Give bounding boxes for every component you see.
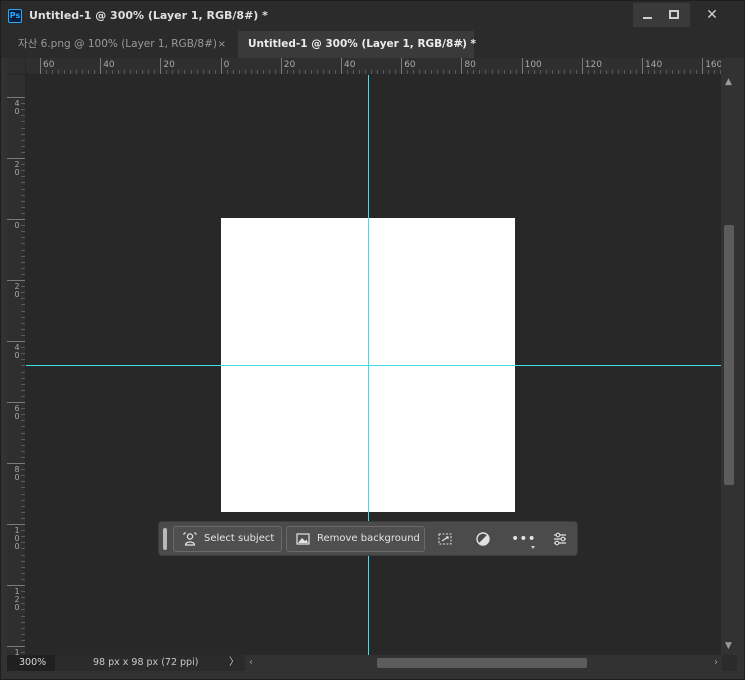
remove-background-button[interactable]: Remove background [286, 526, 425, 552]
ruler-label: 20 [14, 282, 20, 299]
ruler-label: 20 [14, 160, 20, 177]
more-icon[interactable]: ••• [511, 529, 536, 549]
minimize-icon [643, 17, 652, 19]
ruler-label: 20 [163, 60, 175, 70]
ruler-major-tick [7, 341, 25, 342]
ruler-major-tick [7, 463, 25, 464]
scroll-down-icon[interactable]: ▼ [725, 641, 732, 651]
transform-icon[interactable] [435, 529, 455, 549]
ruler-label: 120 [14, 587, 20, 612]
ruler-label: 140 [645, 60, 663, 70]
ruler-major-tick [702, 58, 704, 74]
horizontal-ruler[interactable]: 60 40 20 0 20 40 60 80 100 120 140 160 [26, 58, 721, 75]
select-subject-label: Select subject [204, 533, 275, 544]
ruler-label: 60 [43, 60, 55, 70]
window-title: Untitled-1 @ 300% (Layer 1, RGB/8#) * [29, 9, 268, 22]
ruler-major-tick [461, 58, 463, 74]
ruler-major-tick [581, 58, 583, 74]
zoom-level-field[interactable]: 300% [7, 655, 55, 671]
ruler-major-tick [642, 58, 643, 74]
tab-close-icon[interactable]: × [218, 31, 226, 58]
task-bar-drag-handle[interactable] [163, 528, 167, 550]
horizontal-scroll-thumb[interactable] [377, 658, 587, 668]
ruler-major-tick [521, 58, 523, 74]
vertical-scrollbar[interactable]: ▲ ▼ [721, 75, 737, 655]
document-info: 98 px x 98 px (72 ppi) [93, 657, 199, 668]
ruler-label: 60 [404, 60, 416, 70]
ruler-label: 40 [14, 343, 20, 360]
ruler-label: 40 [344, 60, 356, 70]
canvas-area[interactable]: Select subject Remove background ••• [26, 75, 721, 655]
ruler-major-tick [7, 97, 25, 98]
tab-asset-6-png[interactable]: 자산 6.png @ 100% (Layer 1, RGB/8#) × [8, 31, 236, 58]
status-menu-arrow-icon[interactable]: 〉 [229, 655, 239, 671]
photoshop-logo-icon: Ps [8, 9, 22, 23]
ruler-label: 100 [524, 60, 542, 70]
ruler-major-tick [7, 585, 25, 586]
ruler-label: 120 [584, 60, 602, 70]
scroll-right-icon[interactable]: › [714, 655, 718, 671]
ruler-major-tick [7, 524, 25, 525]
status-bar: 300% 98 px x 98 px (72 ppi) 〉 ‹ › [7, 655, 737, 671]
maximize-icon [669, 10, 679, 19]
image-icon [296, 533, 310, 545]
ruler-major-tick [7, 219, 25, 220]
title-bar: Ps Untitled-1 @ 300% (Layer 1, RGB/8#) *… [1, 1, 744, 31]
ruler-major-tick [100, 58, 102, 74]
horizontal-guide[interactable] [26, 365, 721, 366]
ruler-label: 0 [223, 60, 230, 70]
settings-icon[interactable] [550, 529, 570, 549]
select-subject-button[interactable]: Select subject [173, 526, 282, 552]
ruler-label: 80 [464, 60, 476, 70]
ruler-major-tick [7, 280, 25, 281]
ruler-origin[interactable] [7, 58, 26, 75]
ruler-major-tick [401, 58, 403, 74]
person-icon [183, 532, 197, 546]
horizontal-scrollbar[interactable]: ‹ › [245, 655, 722, 671]
contextual-task-bar: Select subject Remove background ••• [158, 521, 578, 556]
document-tab-bar: 자산 6.png @ 100% (Layer 1, RGB/8#) × Unti… [1, 31, 744, 58]
ruler-label: 80 [14, 465, 20, 482]
ruler-label: 0 [14, 221, 20, 230]
remove-background-label: Remove background [317, 533, 420, 544]
ruler-major-tick [7, 402, 25, 403]
ruler-label: 40 [103, 60, 115, 70]
ruler-label: 60 [14, 404, 20, 421]
adjust-icon[interactable] [473, 529, 493, 549]
ruler-major-tick [7, 646, 25, 647]
ruler-major-tick [7, 158, 25, 159]
ruler-major-tick [220, 58, 222, 74]
minimize-button[interactable] [633, 3, 663, 27]
tab-label: Untitled-1 @ 300% (Layer 1, RGB/8#) * [248, 38, 477, 50]
tab-close-icon[interactable]: × [456, 31, 464, 58]
ruler-major-tick [280, 58, 282, 74]
ruler-label: 20 [283, 60, 296, 70]
scroll-left-icon[interactable]: ‹ [249, 655, 253, 671]
ruler-major-tick [341, 58, 342, 74]
ruler-label: 100 [14, 526, 20, 551]
ruler-major-tick [160, 58, 162, 74]
ruler-label: 160 [705, 60, 721, 70]
photoshop-window: Ps Untitled-1 @ 300% (Layer 1, RGB/8#) *… [0, 0, 745, 680]
ruler-label: 40 [14, 99, 20, 116]
vertical-scroll-thumb[interactable] [724, 225, 734, 485]
close-icon: ✕ [706, 7, 718, 23]
ruler-major-tick [40, 58, 41, 74]
tab-untitled-1[interactable]: Untitled-1 @ 300% (Layer 1, RGB/8#) * × [238, 31, 477, 58]
scroll-up-icon[interactable]: ▲ [725, 77, 732, 87]
tab-label: 자산 6.png @ 100% (Layer 1, RGB/8#) [18, 38, 218, 50]
more-dropdown-icon[interactable] [531, 546, 535, 549]
vertical-ruler[interactable]: 402002040608010012014 [7, 75, 26, 655]
maximize-button[interactable] [660, 3, 690, 27]
close-window-button[interactable]: ✕ [694, 3, 730, 27]
